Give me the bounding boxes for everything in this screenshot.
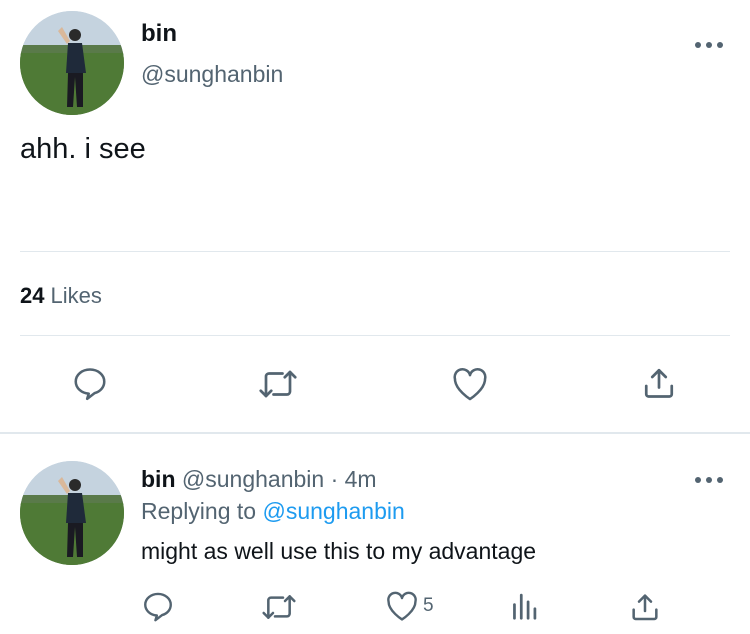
reply-user-handle[interactable]: @sunghanbin — [182, 466, 324, 492]
avatar-photo — [20, 11, 124, 115]
divider — [20, 251, 730, 252]
reply-like-count: 5 — [423, 595, 434, 616]
reply-retweet-button[interactable] — [260, 591, 298, 623]
reply-icon — [144, 592, 172, 622]
retweet-icon — [259, 370, 297, 398]
avatar[interactable] — [20, 11, 124, 115]
reply-more-options-icon[interactable] — [695, 475, 723, 485]
reply-like-button[interactable]: 5 — [385, 590, 434, 622]
likes-stat[interactable]: 24 Likes — [20, 283, 102, 309]
more-options-icon[interactable] — [695, 40, 723, 50]
share-icon — [644, 368, 674, 398]
likes-label: Likes — [50, 283, 102, 308]
retweet-icon — [262, 595, 296, 619]
reply-timestamp[interactable]: 4m — [345, 466, 377, 492]
share-button[interactable] — [641, 364, 677, 402]
section-divider — [0, 432, 750, 434]
analytics-icon — [513, 593, 537, 620]
reply-share-button[interactable] — [629, 590, 661, 624]
reply-avatar[interactable] — [20, 461, 124, 565]
tweet-text: ahh. i see — [20, 133, 146, 165]
analytics-button[interactable] — [510, 591, 538, 621]
divider — [20, 335, 730, 336]
replying-to: Replying to @sunghanbin — [141, 498, 405, 525]
like-button[interactable] — [451, 366, 489, 402]
share-icon — [632, 594, 658, 621]
reply-reply-button[interactable] — [141, 589, 175, 623]
retweet-button[interactable] — [257, 366, 299, 402]
display-name[interactable]: bin — [141, 20, 177, 48]
likes-count: 24 — [20, 283, 45, 308]
reply-header: bin @sunghanbin · 4m — [141, 466, 377, 493]
reply-tweet-text: might as well use this to my advantage — [141, 538, 537, 564]
reply-button[interactable] — [71, 364, 109, 402]
like-icon — [453, 368, 487, 401]
reply-icon — [74, 368, 106, 401]
replying-prefix: Replying to — [141, 498, 257, 524]
user-handle[interactable]: @sunghanbin — [141, 61, 283, 88]
like-icon — [387, 591, 417, 621]
reply-separator: · — [330, 466, 339, 492]
replying-mention-link[interactable]: @sunghanbin — [262, 498, 404, 524]
reply-display-name[interactable]: bin — [141, 466, 176, 492]
avatar-photo — [20, 461, 124, 565]
